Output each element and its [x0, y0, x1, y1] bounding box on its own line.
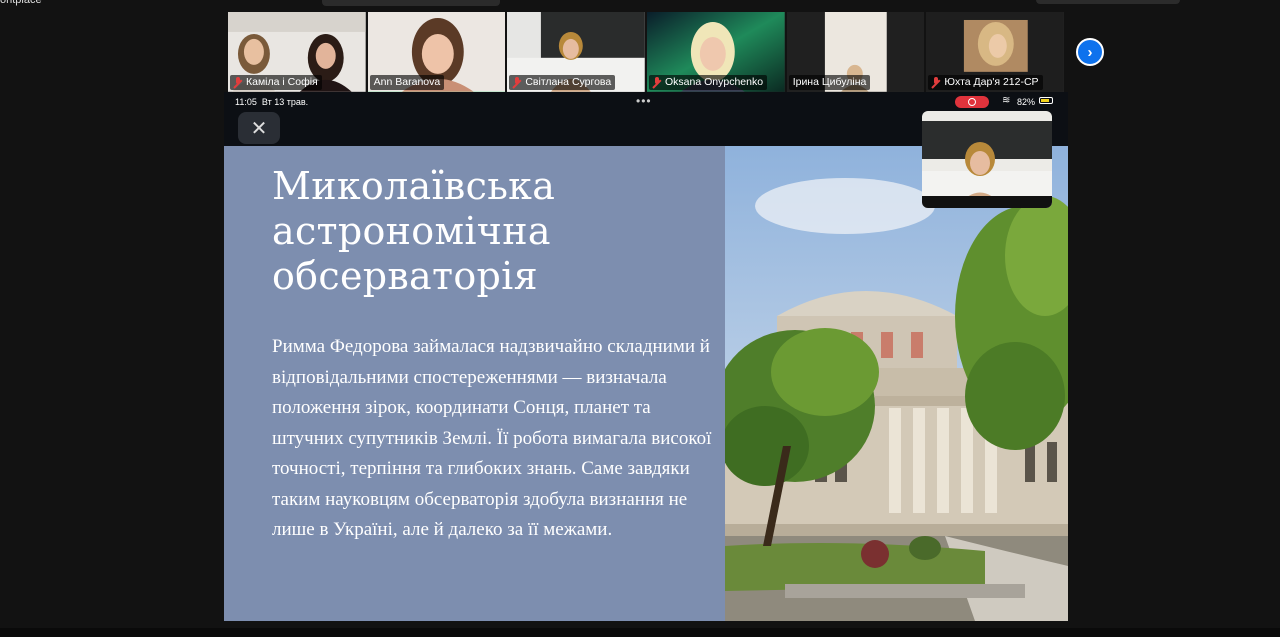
mic-muted-icon	[513, 77, 522, 88]
top-toolbar-fragment	[322, 0, 500, 6]
participant-tile[interactable]: Oksana Onypchenko	[647, 12, 785, 92]
top-toolbar-fragment-right	[1036, 0, 1180, 4]
participant-name: Oksana Onypchenko	[649, 75, 768, 90]
close-icon: ✕	[250, 117, 268, 140]
presenter-video	[922, 111, 1052, 208]
battery-icon	[1039, 97, 1053, 104]
slide-text-panel: Миколаївська астрономічна обсерваторія Р…	[224, 146, 725, 621]
participant-strip: Каміла і Софія Ann Baranova Світлана Сур…	[228, 12, 1065, 92]
window-top-edge: ontplace	[0, 0, 1280, 8]
multitask-dots-icon[interactable]: •••	[636, 94, 652, 108]
participant-name: Каміла і Софія	[230, 75, 322, 90]
observatory-photo	[725, 146, 1068, 621]
participant-tile[interactable]: Юхта Дар'я 212-СР	[926, 12, 1065, 92]
self-view-video[interactable]	[922, 111, 1052, 208]
mic-muted-icon	[234, 77, 243, 88]
presentation-slide: Миколаївська астрономічна обсерваторія Р…	[224, 146, 1068, 621]
battery-level: 82%	[1017, 97, 1036, 107]
observatory-image	[725, 146, 1068, 621]
participant-name: Ann Baranova	[369, 75, 445, 90]
participant-tile[interactable]: Світлана Сургова	[507, 12, 646, 92]
wifi-icon: ≋	[1002, 95, 1011, 106]
participant-name: Світлана Сургова	[509, 75, 616, 90]
mic-muted-icon	[932, 77, 941, 88]
slide-title: Миколаївська астрономічна обсерваторія	[272, 164, 556, 298]
participant-name: Ірина Цибуліна	[788, 75, 871, 90]
meeting-bottom-bar	[0, 628, 1280, 637]
window-title-fragment: ontplace	[0, 0, 42, 6]
slide-body: Римма Федорова займалася надзвичайно скл…	[272, 336, 712, 540]
mic-muted-icon	[653, 77, 662, 88]
screen-record-indicator-icon	[955, 96, 989, 108]
close-presentation-button[interactable]: ✕	[238, 112, 280, 144]
participant-tile[interactable]: Ірина Цибуліна	[786, 12, 925, 92]
status-time: 11:05 Вт 13 трав.	[235, 97, 309, 107]
participant-name: Юхта Дар'я 212-СР	[928, 75, 1043, 90]
next-participants-button[interactable]: ›	[1076, 38, 1104, 66]
participant-tile[interactable]: Каміла і Софія	[228, 12, 366, 92]
chevron-right-icon: ›	[1087, 43, 1093, 61]
participant-tile-active-speaker[interactable]: Ann Baranova	[367, 12, 506, 92]
